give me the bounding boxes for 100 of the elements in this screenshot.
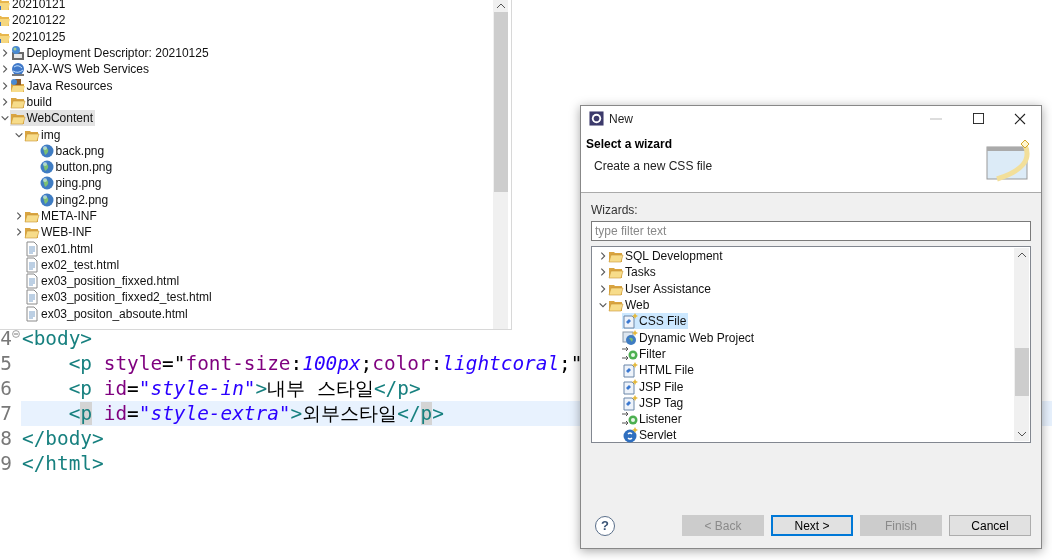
- filter-field[interactable]: type filter text: [591, 221, 1031, 241]
- document-icon: [24, 305, 40, 322]
- app-icon: [589, 111, 604, 126]
- tree-item-label: build: [26, 93, 52, 110]
- tree-item[interactable]: Web: [608, 297, 652, 314]
- dialog-button[interactable]: Cancel: [949, 515, 1031, 536]
- tree-item-label: Tasks: [625, 264, 656, 281]
- tree-item-label: WEB-INF: [41, 224, 92, 241]
- line-number: 4: [0, 326, 12, 351]
- line-number: 5: [0, 351, 12, 376]
- tree-item-label: img: [41, 126, 61, 143]
- tree-item[interactable]: Filter: [622, 345, 668, 362]
- expand-chevron-icon[interactable]: [14, 211, 24, 221]
- tree-item[interactable]: CSS File: [622, 313, 689, 330]
- tree-item-label: JSP Tag: [639, 394, 684, 411]
- tree-item[interactable]: JSP File: [622, 378, 686, 395]
- expand-chevron-icon[interactable]: [598, 283, 608, 294]
- line-number: 7: [0, 401, 12, 426]
- dialog-button[interactable]: Next >: [771, 515, 853, 536]
- new-file-icon: [622, 362, 638, 379]
- tree-item-label: Servlet: [639, 427, 677, 444]
- scrollbar[interactable]: [1014, 248, 1029, 441]
- code-line: </body>: [22, 427, 104, 450]
- dialog-description: Create a new CSS file: [594, 159, 713, 173]
- tree-item-label: HTML File: [639, 362, 694, 379]
- tree-item[interactable]: META-INF: [24, 208, 99, 224]
- scrollbar[interactable]: [493, 0, 508, 329]
- tree-item[interactable]: User Assistance: [608, 280, 714, 297]
- wizards-label: Wizards:: [591, 203, 639, 219]
- document-icon: [24, 240, 40, 257]
- tree-item[interactable]: HTML File: [622, 362, 696, 379]
- tree-item[interactable]: Java Resources: [9, 77, 115, 94]
- new-file-icon: [622, 313, 638, 330]
- tree-item-label: 20210125: [12, 28, 66, 45]
- globe-icon: [622, 329, 638, 346]
- line-number: 9: [0, 451, 12, 476]
- tree-item[interactable]: SQL Development: [608, 248, 725, 265]
- tree-item[interactable]: ex02_test.html: [24, 256, 122, 273]
- close-icon: [1014, 112, 1026, 125]
- code-line: <p style="font-size:100px;color:lightcoral;": [67, 352, 583, 375]
- tree-item[interactable]: ex01.html: [24, 240, 96, 257]
- globe-tile-icon: [9, 45, 26, 62]
- expand-chevron-icon[interactable]: [0, 64, 10, 75]
- tree-item-label: ex01.html: [41, 240, 94, 257]
- tree-item[interactable]: build: [9, 93, 54, 110]
- tree-item-label: back.png: [55, 142, 105, 159]
- code-line: <p id="style-in">내부 스타일</p>: [67, 377, 421, 400]
- tree-item-label: CSS File: [639, 313, 687, 330]
- tree-item-label: ping.png: [55, 175, 102, 192]
- tree-item[interactable]: ping.png: [38, 175, 104, 192]
- tree-item[interactable]: 20210122: [0, 12, 68, 29]
- scroll-down-icon[interactable]: [1016, 431, 1027, 437]
- expand-chevron-icon[interactable]: [0, 80, 10, 91]
- window-title: New: [609, 111, 633, 126]
- scroll-thumb[interactable]: [1014, 348, 1029, 396]
- arrows-circle-icon: [622, 411, 638, 428]
- tree-item-label: ping2.png: [55, 191, 109, 208]
- tree-item[interactable]: WebContent: [9, 110, 95, 127]
- tree-item[interactable]: JSP Tag: [622, 394, 686, 411]
- expand-chevron-icon[interactable]: [598, 267, 608, 278]
- help-button[interactable]: ?: [595, 515, 615, 536]
- code-line: </html>: [22, 452, 104, 475]
- expand-chevron-icon[interactable]: [14, 227, 24, 238]
- globe-icon: [38, 142, 55, 159]
- globe-icon: [38, 159, 55, 176]
- document-icon: [24, 256, 40, 273]
- dialog-heading: Select a wizard: [586, 137, 674, 151]
- tree-item[interactable]: 20210125: [0, 28, 68, 45]
- scroll-up-icon[interactable]: [495, 3, 506, 9]
- tree-item[interactable]: button.png: [38, 159, 115, 176]
- scroll-thumb[interactable]: [493, 12, 508, 192]
- scroll-up-icon[interactable]: [1016, 252, 1027, 258]
- tree-item[interactable]: 20210121: [0, 0, 68, 13]
- tree-item-label: Java Resources: [26, 77, 113, 94]
- tree-item-label: SQL Development: [625, 248, 723, 265]
- maximize-icon: [972, 113, 984, 124]
- document-icon: [24, 289, 40, 306]
- tree-item[interactable]: img: [24, 126, 63, 143]
- tree-item[interactable]: Servlet: [622, 427, 679, 444]
- tree-item-label: button.png: [55, 159, 113, 176]
- line-number: 8: [0, 426, 12, 451]
- expand-chevron-icon[interactable]: [0, 96, 10, 107]
- arrows-circle-icon: [622, 345, 638, 362]
- tree-item[interactable]: back.png: [38, 142, 107, 159]
- tree-item-label: Web: [625, 297, 650, 314]
- tree-item-label: Listener: [639, 411, 682, 428]
- expand-chevron-icon[interactable]: [0, 48, 10, 59]
- tree-item-label: 20210121: [12, 0, 66, 13]
- document-icon: [24, 273, 40, 290]
- expand-chevron-icon[interactable]: [598, 251, 608, 262]
- new-file-icon: [622, 378, 638, 395]
- line-number: 6: [0, 376, 12, 401]
- tree-item[interactable]: WEB-INF: [24, 224, 94, 241]
- globe-icon: [38, 175, 55, 192]
- tree-item-label: JSP File: [639, 378, 684, 395]
- tree-item[interactable]: ping2.png: [38, 191, 111, 208]
- tree-item[interactable]: Listener: [622, 411, 684, 428]
- globe-icon: [38, 191, 55, 208]
- tree-item[interactable]: Tasks: [608, 264, 658, 281]
- jar-folder-icon: [9, 77, 26, 94]
